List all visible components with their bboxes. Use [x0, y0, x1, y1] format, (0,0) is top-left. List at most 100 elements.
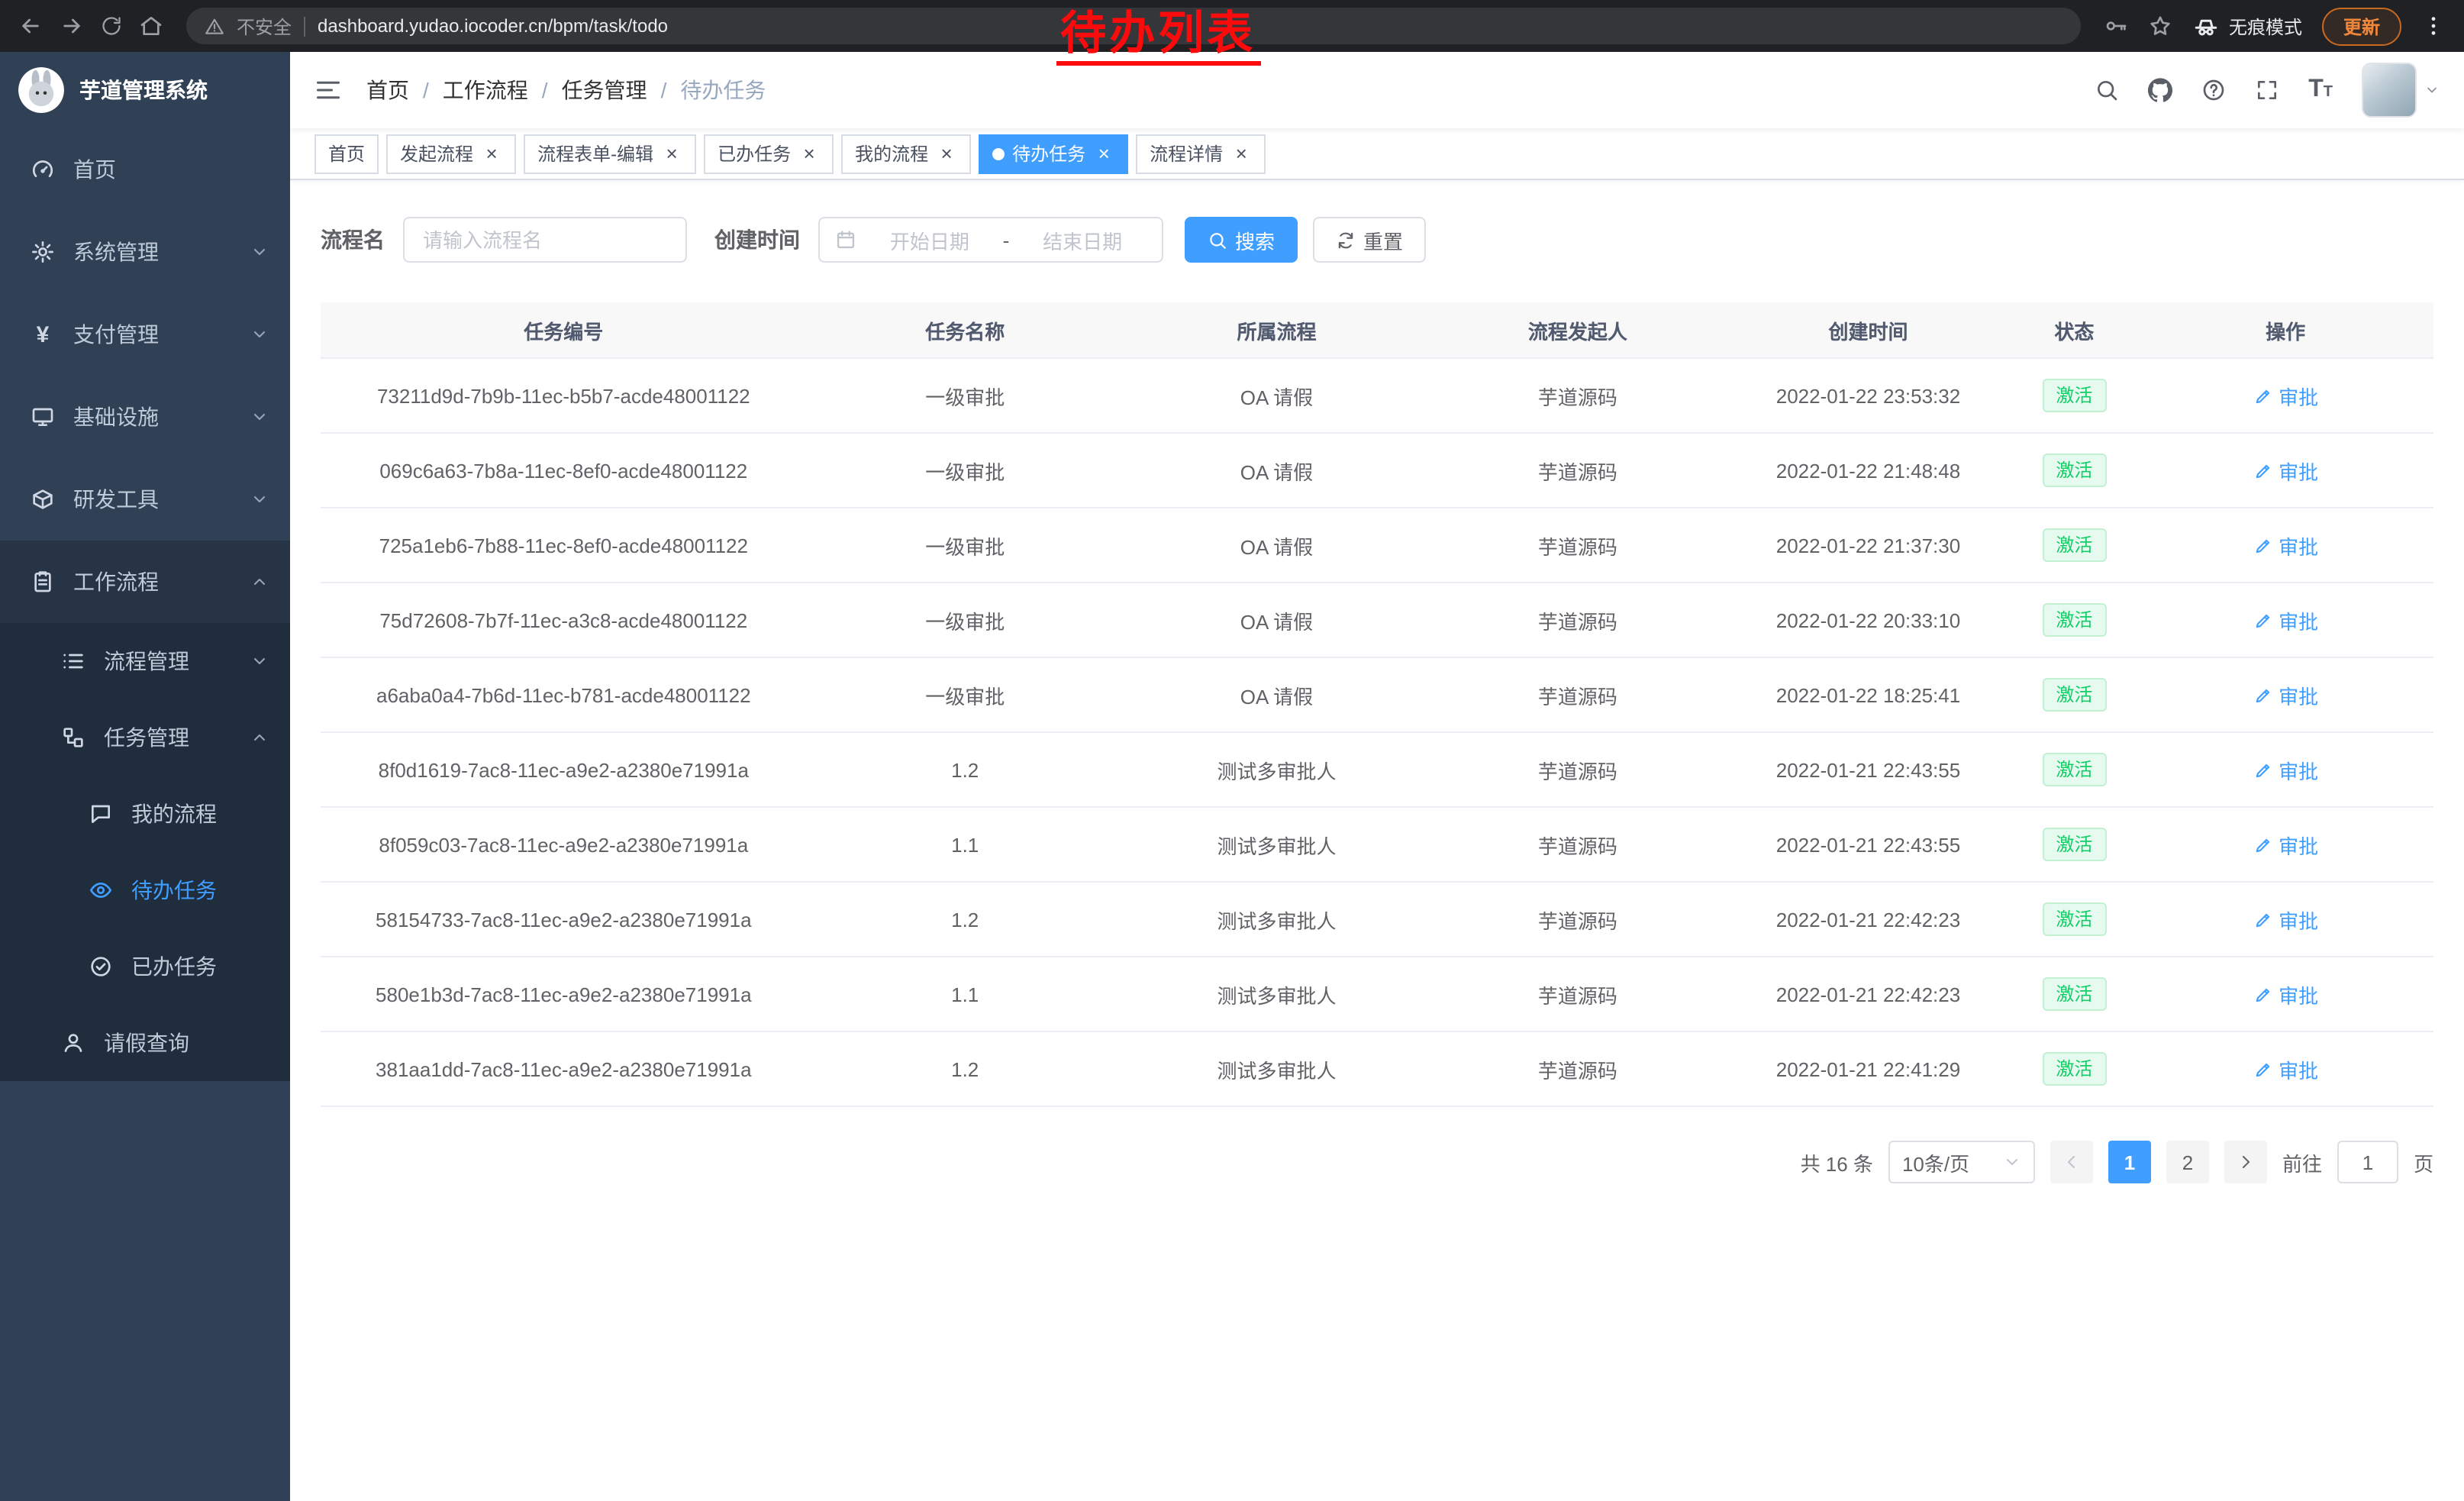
approve-link[interactable]: 审批	[2253, 830, 2318, 859]
approve-link[interactable]: 审批	[2253, 456, 2318, 485]
total-count: 共 16 条	[1801, 1148, 1873, 1177]
sidebar-item-dev-tools[interactable]: 研发工具	[0, 458, 290, 541]
breadcrumb-task-management[interactable]: 任务管理	[562, 75, 647, 105]
approve-link[interactable]: 审批	[2253, 980, 2318, 1009]
tab[interactable]: 首页	[314, 134, 379, 173]
cell-action: 审批	[2137, 583, 2433, 657]
tab[interactable]: 我的流程 ×	[841, 134, 971, 173]
date-range-picker[interactable]: 开始日期 - 结束日期	[818, 217, 1163, 263]
top-navbar: 首页 / 工作流程 / 任务管理 / 待办任务 TT	[290, 52, 2464, 128]
sidebar-toggle-icon[interactable]	[290, 76, 366, 104]
table-row: 8f0d1619-7ac8-11ec-a9e2-a2380e71991a 1.2…	[321, 732, 2433, 807]
search-button[interactable]: 搜索	[1185, 217, 1298, 263]
approve-link[interactable]: 审批	[2253, 680, 2318, 709]
box-icon	[31, 487, 55, 512]
create-time-label: 创建时间	[714, 224, 800, 255]
sidebar-item-system-management[interactable]: 系统管理	[0, 211, 290, 293]
help-icon[interactable]	[2201, 78, 2226, 102]
sidebar-item-payment-management[interactable]: ¥ 支付管理	[0, 293, 290, 376]
forward-icon[interactable]	[60, 14, 84, 38]
sidebar-item-todo-tasks[interactable]: 待办任务	[0, 852, 290, 928]
status-badge: 激活	[2042, 454, 2106, 487]
breadcrumb-workflow[interactable]: 工作流程	[443, 75, 528, 105]
user-menu[interactable]	[2362, 63, 2440, 118]
approve-link[interactable]: 审批	[2253, 1054, 2318, 1083]
cell-action: 审批	[2137, 657, 2433, 732]
close-icon[interactable]: ×	[661, 143, 682, 164]
edit-icon	[2253, 1059, 2272, 1079]
search-icon[interactable]	[2095, 78, 2119, 102]
cell-process: OA 请假	[1124, 657, 1430, 732]
flow-icon	[61, 725, 85, 750]
tab[interactable]: 流程表单-编辑 ×	[524, 134, 696, 173]
tab[interactable]: 已办任务 ×	[704, 134, 834, 173]
refresh-icon	[1336, 230, 1356, 250]
tags-view: 首页 发起流程 × 流程表单-编辑 × 已办任务 ×	[290, 128, 2464, 180]
chat-icon	[89, 802, 113, 826]
page-content: 流程名 创建时间 开始日期 - 结束日期 搜索 重置	[290, 180, 2464, 1501]
home-icon[interactable]	[139, 14, 163, 38]
sidebar-item-infrastructure[interactable]: 基础设施	[0, 376, 290, 458]
avatar	[2362, 63, 2417, 118]
approve-link[interactable]: 审批	[2253, 381, 2318, 410]
cell-status: 激活	[2011, 508, 2137, 583]
next-page-button[interactable]	[2224, 1141, 2267, 1183]
close-icon[interactable]: ×	[1093, 143, 1114, 164]
close-icon[interactable]: ×	[481, 143, 502, 164]
col-status: 状态	[2011, 302, 2137, 358]
reset-button[interactable]: 重置	[1313, 217, 1426, 263]
chevron-down-icon	[250, 325, 269, 344]
reload-icon[interactable]	[101, 15, 122, 37]
sidebar-item-task-management[interactable]: 任务管理	[0, 699, 290, 776]
cell-task-id: 8f0d1619-7ac8-11ec-a9e2-a2380e71991a	[321, 732, 807, 807]
browser-menu-icon[interactable]	[2421, 14, 2446, 38]
tab-label: 已办任务	[718, 140, 791, 166]
page-size-select[interactable]: 10条/页	[1888, 1141, 2035, 1183]
cell-status: 激活	[2011, 433, 2137, 508]
edit-icon	[2253, 834, 2272, 854]
goto-page-input[interactable]	[2337, 1141, 2398, 1183]
fullscreen-icon[interactable]	[2255, 78, 2279, 102]
edit-icon	[2253, 909, 2272, 929]
close-icon[interactable]: ×	[936, 143, 957, 164]
back-icon[interactable]	[18, 14, 43, 38]
breadcrumb-home[interactable]: 首页	[366, 75, 409, 105]
cell-action: 审批	[2137, 732, 2433, 807]
edit-icon	[2253, 386, 2272, 405]
cell-task-name: 一级审批	[807, 508, 1124, 583]
font-size-icon[interactable]: TT	[2308, 76, 2333, 104]
tab[interactable]: 发起流程 ×	[386, 134, 516, 173]
update-button[interactable]: 更新	[2322, 7, 2401, 45]
sidebar-item-leave-query[interactable]: 请假查询	[0, 1005, 290, 1081]
close-icon[interactable]: ×	[798, 143, 820, 164]
tab[interactable]: 待办任务 ×	[979, 134, 1128, 173]
close-icon[interactable]: ×	[1230, 143, 1252, 164]
github-icon[interactable]	[2148, 78, 2172, 102]
cell-task-id: 58154733-7ac8-11ec-a9e2-a2380e71991a	[321, 882, 807, 957]
cell-starter: 芋道源码	[1430, 508, 1726, 583]
table-row: a6aba0a4-7b6d-11ec-b781-acde48001122 一级审…	[321, 657, 2433, 732]
tab-label: 待办任务	[1012, 140, 1085, 166]
monitor-icon	[31, 405, 55, 429]
prev-page-button[interactable]	[2050, 1141, 2093, 1183]
approve-link[interactable]: 审批	[2253, 905, 2318, 934]
bookmark-star-icon[interactable]	[2148, 14, 2172, 38]
approve-link[interactable]: 审批	[2253, 605, 2318, 634]
sidebar-item-home[interactable]: 首页	[0, 128, 290, 211]
sidebar-item-process-management[interactable]: 流程管理	[0, 623, 290, 699]
cell-task-id: 8f059c03-7ac8-11ec-a9e2-a2380e71991a	[321, 807, 807, 882]
sidebar-item-done-tasks[interactable]: 已办任务	[0, 928, 290, 1005]
approve-link[interactable]: 审批	[2253, 755, 2318, 784]
sidebar-item-workflow[interactable]: 工作流程	[0, 541, 290, 623]
cell-created: 2022-01-21 22:42:23	[1726, 882, 2011, 957]
cell-task-id: 75d72608-7b7f-11ec-a3c8-acde48001122	[321, 583, 807, 657]
page-button-1[interactable]: 1	[2108, 1141, 2151, 1183]
password-key-icon[interactable]	[2104, 14, 2128, 38]
approve-link[interactable]: 审批	[2253, 531, 2318, 560]
process-name-input[interactable]	[403, 217, 687, 263]
sidebar-item-my-processes[interactable]: 我的流程	[0, 776, 290, 852]
page-button-2[interactable]: 2	[2166, 1141, 2209, 1183]
cell-created: 2022-01-21 22:43:55	[1726, 732, 2011, 807]
tab[interactable]: 流程详情 ×	[1136, 134, 1266, 173]
cell-task-id: 069c6a63-7b8a-11ec-8ef0-acde48001122	[321, 433, 807, 508]
